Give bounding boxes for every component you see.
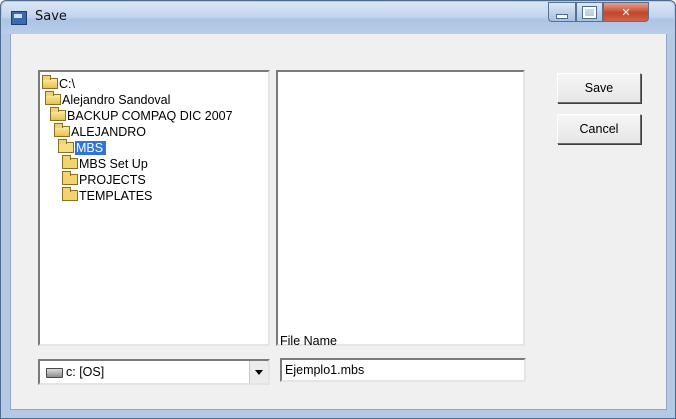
save-dialog-window: Save ✕ C:\ Alejandro Sandoval BACKUP COMPA… <box>0 0 676 419</box>
maximize-button[interactable] <box>576 2 603 22</box>
directory-item[interactable]: PROJECTS <box>62 171 146 188</box>
minimize-icon <box>556 13 568 19</box>
window-title: Save <box>35 9 67 24</box>
directory-item-label: MBS Set Up <box>79 157 148 171</box>
window-icon <box>11 11 27 25</box>
directory-item-label: MBS <box>75 141 107 155</box>
directory-item-label: TEMPLATES <box>79 189 153 203</box>
maximize-icon <box>583 6 596 18</box>
directory-item-label: PROJECTS <box>79 173 146 187</box>
open-folder-icon <box>50 107 66 121</box>
directory-item[interactable]: ALEJANDRO <box>54 123 147 140</box>
folder-icon <box>62 155 78 169</box>
open-folder-icon <box>54 123 70 137</box>
directory-item[interactable]: MBS Set Up <box>62 155 148 172</box>
folder-icon <box>62 171 78 185</box>
drive-select[interactable]: c: [OS] <box>38 359 270 385</box>
directory-item[interactable]: MBS <box>58 139 107 156</box>
directory-item[interactable]: BACKUP COMPAQ DIC 2007 <box>50 107 233 124</box>
directory-item[interactable]: C:\ <box>42 75 75 92</box>
directory-item[interactable]: Alejandro Sandoval <box>45 91 171 108</box>
close-icon: ✕ <box>621 5 631 19</box>
file-name-value: Ejemplo1.mbs <box>285 363 365 377</box>
open-folder-icon <box>42 75 58 89</box>
cancel-button[interactable]: Cancel <box>557 114 641 144</box>
close-button[interactable]: ✕ <box>603 2 649 22</box>
save-button[interactable]: Save <box>557 73 641 103</box>
title-bar[interactable]: Save ✕ <box>2 2 674 34</box>
minimize-button[interactable] <box>548 2 576 22</box>
file-name-label: File Name <box>280 334 337 348</box>
drive-value: c: [OS] <box>66 365 105 379</box>
open-folder-icon <box>45 91 61 105</box>
directory-item-label: C:\ <box>59 77 75 91</box>
directory-item-label: BACKUP COMPAQ DIC 2007 <box>67 109 233 123</box>
open-folder-icon <box>58 139 74 153</box>
directory-item-label: ALEJANDRO <box>71 125 147 139</box>
directory-item-label: Alejandro Sandoval <box>62 93 171 107</box>
file-list[interactable] <box>276 70 525 346</box>
chevron-down-icon <box>255 369 263 375</box>
folder-icon <box>62 187 78 201</box>
drive-icon <box>46 368 63 378</box>
file-name-input[interactable]: Ejemplo1.mbs <box>280 358 526 382</box>
directory-list[interactable]: C:\ Alejandro Sandoval BACKUP COMPAQ DIC 2… <box>38 70 270 346</box>
dialog-client-area: C:\ Alejandro Sandoval BACKUP COMPAQ DIC 2… <box>10 34 667 410</box>
directory-item[interactable]: TEMPLATES <box>62 187 153 204</box>
drive-dropdown-button[interactable] <box>249 361 268 383</box>
